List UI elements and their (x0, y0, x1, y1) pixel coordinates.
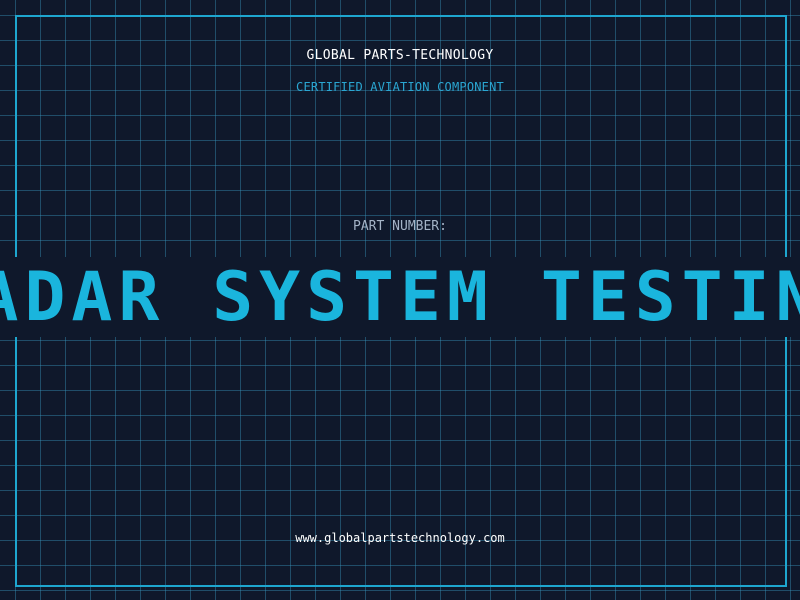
tagline: CERTIFIED AVIATION COMPONENT (296, 80, 504, 94)
company-name: GLOBAL PARTS-TECHNOLOGY (306, 48, 494, 63)
website-url: www.globalpartstechnology.com (295, 531, 505, 545)
part-number-band: ADAR SYSTEM TESTIN (0, 257, 800, 337)
part-number-label: PART NUMBER: (353, 219, 447, 234)
part-number-value: ADAR SYSTEM TESTIN (0, 258, 800, 337)
label-card: GLOBAL PARTS-TECHNOLOGY CERTIFIED AVIATI… (0, 0, 800, 600)
